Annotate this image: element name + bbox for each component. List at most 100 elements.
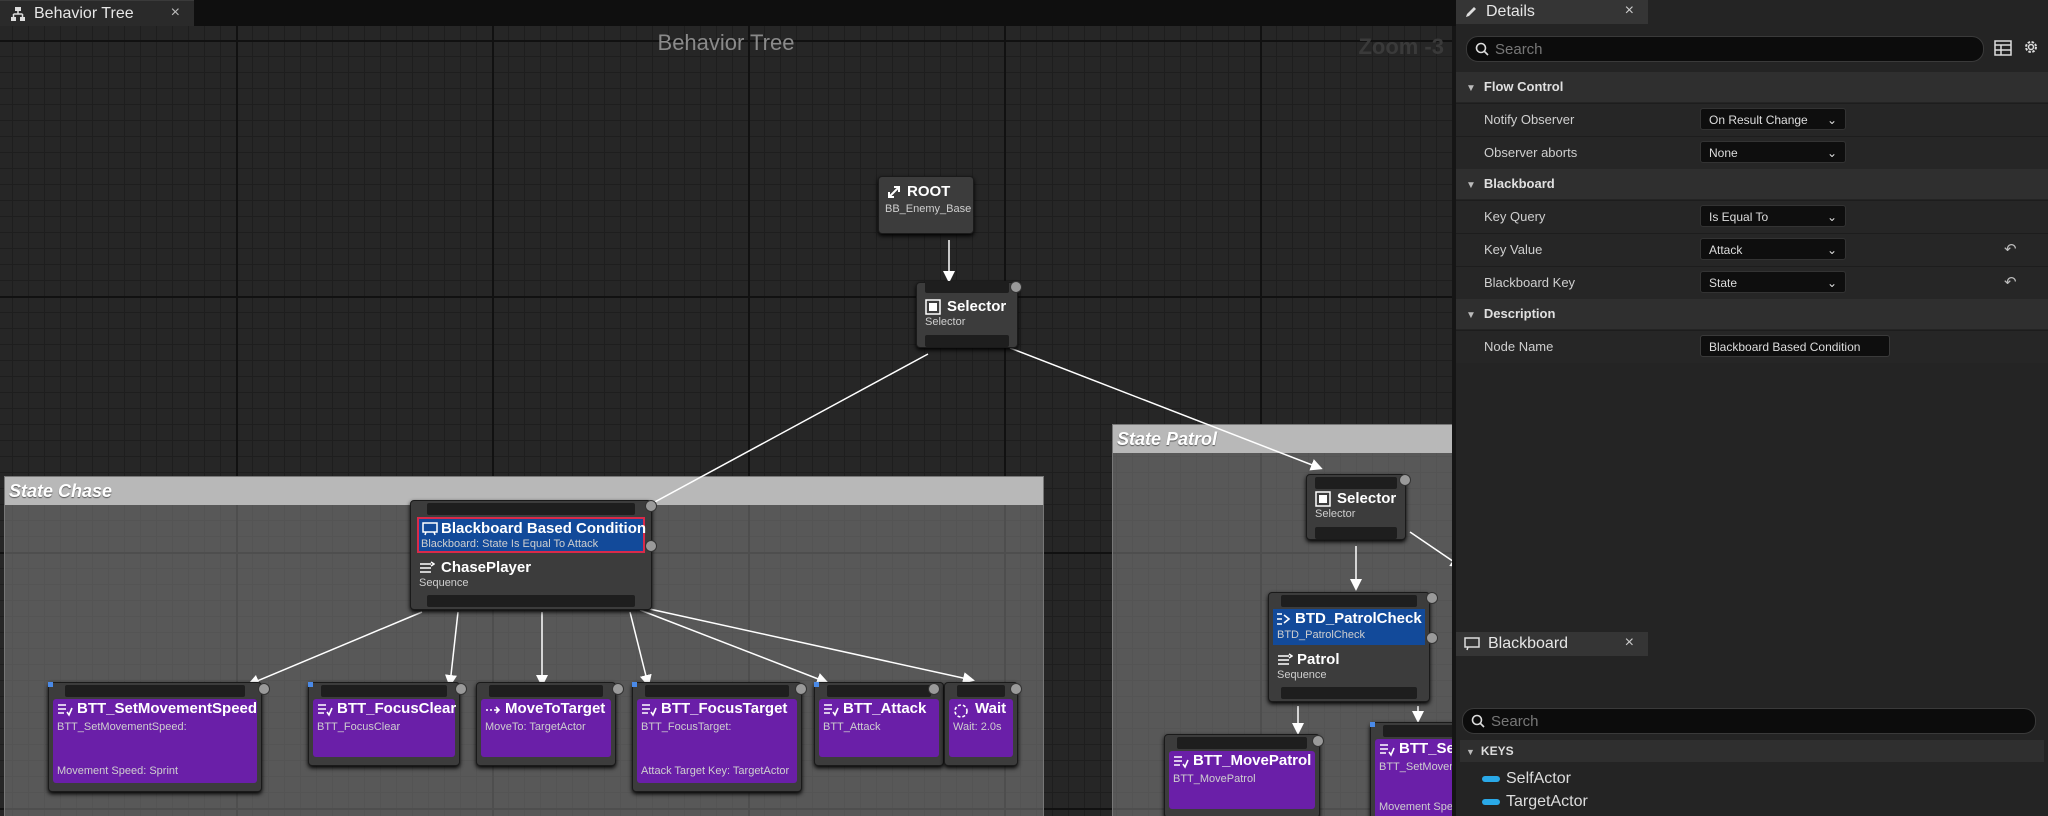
key-label: SelfActor xyxy=(1506,770,1571,787)
input-pin[interactable] xyxy=(645,685,789,697)
details-search-input[interactable]: Search xyxy=(1466,36,1984,62)
task-btt-se[interactable]: BTT_Se BTT_SetMoven Movement Spe xyxy=(1370,722,1452,816)
observer-aborts-dropdown[interactable]: None ⌄ xyxy=(1700,141,1846,163)
selector-node[interactable]: Selector Selector xyxy=(1306,474,1406,540)
blackboard-key-item[interactable]: TargetActor xyxy=(1482,793,1588,811)
row-node-name: Node Name Blackboard Based Condition xyxy=(1456,330,2048,363)
selector-node[interactable]: Selector Selector xyxy=(916,281,1018,348)
close-blackboard-icon[interactable]: × xyxy=(1625,634,1634,652)
root-node[interactable]: ROOT BB_Enemy_Base xyxy=(878,176,974,234)
task-icon xyxy=(824,704,839,717)
input-pin[interactable] xyxy=(1281,595,1417,607)
output-pin[interactable] xyxy=(1281,687,1417,699)
table-view-icon[interactable] xyxy=(1994,40,2012,56)
section-blackboard[interactable]: ▼ Blackboard xyxy=(1456,169,2048,199)
breakpoint-dot[interactable] xyxy=(1010,281,1022,293)
output-pin[interactable] xyxy=(427,595,635,607)
property-label: Blackboard Key xyxy=(1484,275,1576,290)
graph-canvas[interactable]: Behavior Tree Zoom -3 State Chase State … xyxy=(0,26,1452,816)
breakpoint-dot[interactable] xyxy=(258,683,270,695)
breakpoint-dot[interactable] xyxy=(1312,735,1324,747)
breakpoint-dot[interactable] xyxy=(455,683,467,695)
task-move-patrol[interactable]: BTT_MovePatrol BTT_MovePatrol xyxy=(1164,734,1320,816)
input-pin[interactable] xyxy=(925,281,1009,293)
property-label: Key Value xyxy=(1484,242,1543,257)
breakpoint-dot[interactable] xyxy=(1426,632,1438,644)
breakpoint-dot[interactable] xyxy=(1010,683,1022,695)
output-pin[interactable] xyxy=(1315,527,1397,539)
breakpoint-dot[interactable] xyxy=(645,540,657,552)
section-flow-control[interactable]: ▼ Flow Control xyxy=(1456,72,2048,102)
input-pin[interactable] xyxy=(957,685,1005,697)
patrol-node[interactable]: BTD_PatrolCheck BTD_PatrolCheck Patrol S… xyxy=(1268,592,1430,702)
chase-player-node[interactable]: Blackboard Based Condition Blackboard: S… xyxy=(410,500,652,610)
task-icon xyxy=(1380,744,1395,757)
collapse-icon: ▼ xyxy=(1466,747,1475,757)
gear-icon[interactable] xyxy=(2022,38,2040,56)
blackboard-icon xyxy=(422,522,438,536)
chevron-down-icon: ⌄ xyxy=(1826,113,1837,127)
decorator-patrol-check[interactable]: BTD_PatrolCheck BTD_PatrolCheck xyxy=(1273,609,1425,645)
behavior-tree-icon xyxy=(11,7,25,21)
search-placeholder: Search xyxy=(1495,40,1543,58)
index-marker xyxy=(632,682,637,687)
decorator-subtitle: BTD_PatrolCheck xyxy=(1277,629,1366,641)
decorator-blackboard-condition[interactable]: Blackboard Based Condition Blackboard: S… xyxy=(417,517,646,553)
section-description[interactable]: ▼ Description xyxy=(1456,299,2048,329)
breakpoint-dot[interactable] xyxy=(612,683,624,695)
input-pin[interactable] xyxy=(427,503,635,515)
input-pin[interactable] xyxy=(321,685,447,697)
node-detail: Attack Target Key: TargetActor xyxy=(641,765,790,777)
tab-blackboard[interactable]: Blackboard × xyxy=(1456,632,1648,656)
node-subtitle: Wait: 2.0s xyxy=(953,721,1002,733)
output-pin[interactable] xyxy=(925,335,1009,347)
node-subtitle: Selector xyxy=(925,316,966,328)
key-query-dropdown[interactable]: Is Equal To ⌄ xyxy=(1700,205,1846,227)
reset-to-default-icon[interactable]: ↶ xyxy=(2004,273,2017,291)
input-pin[interactable] xyxy=(1315,477,1397,489)
reset-to-default-icon[interactable]: ↶ xyxy=(2004,240,2017,258)
task-focus-target[interactable]: BTT_FocusTarget BTT_FocusTarget: Attack … xyxy=(632,682,802,792)
row-notify-observer: Notify Observer On Result Change ⌄ xyxy=(1456,103,2048,136)
input-pin[interactable] xyxy=(489,685,603,697)
key-label: TargetActor xyxy=(1506,793,1588,810)
breakpoint-dot[interactable] xyxy=(645,500,657,512)
breakpoint-dot[interactable] xyxy=(928,683,940,695)
collapse-icon: ▼ xyxy=(1466,180,1476,191)
keys-header[interactable]: ▼ KEYS xyxy=(1460,740,2044,762)
input-pin[interactable] xyxy=(1383,725,1452,737)
node-subtitle: BTT_SetMoven xyxy=(1379,761,1452,773)
close-tab-icon[interactable]: × xyxy=(171,4,180,22)
decorator-title: BTD_PatrolCheck xyxy=(1295,610,1422,627)
decorator-subtitle: Blackboard: State Is Equal To Attack xyxy=(421,538,599,550)
row-blackboard-key: Blackboard Key State ⌄ ↶ xyxy=(1456,266,2048,299)
task-move-to-target[interactable]: MoveToTarget MoveTo: TargetActor xyxy=(476,682,616,766)
task-icon xyxy=(642,704,657,717)
blackboard-key-dropdown[interactable]: State ⌄ xyxy=(1700,271,1846,293)
node-name-field[interactable]: Blackboard Based Condition xyxy=(1700,335,1890,357)
breakpoint-dot[interactable] xyxy=(1399,474,1411,486)
task-wait[interactable]: Wait Wait: 2.0s xyxy=(944,682,1018,766)
node-subtitle: Sequence xyxy=(1277,669,1327,681)
breakpoint-dot[interactable] xyxy=(795,683,807,695)
input-pin[interactable] xyxy=(1177,737,1307,749)
tab-label: Behavior Tree xyxy=(34,5,134,22)
breakpoint-dot[interactable] xyxy=(1426,592,1438,604)
task-set-movement-speed[interactable]: BTT_SetMovementSpeed BTT_SetMovementSpee… xyxy=(48,682,262,792)
section-title: Description xyxy=(1483,306,1556,321)
task-attack[interactable]: BTT_Attack BTT_Attack xyxy=(814,682,944,766)
collapse-icon: ▼ xyxy=(1466,310,1476,321)
blackboard-key-item[interactable]: SelfActor xyxy=(1482,770,1571,788)
chevron-down-icon: ⌄ xyxy=(1826,210,1837,224)
blackboard-search-input[interactable]: Search xyxy=(1462,708,2036,734)
input-pin[interactable] xyxy=(827,685,931,697)
input-pin[interactable] xyxy=(65,685,245,697)
task-focus-clear[interactable]: BTT_FocusClear BTT_FocusClear xyxy=(308,682,460,766)
index-marker xyxy=(1370,722,1375,727)
tab-behavior-tree[interactable]: Behavior Tree × xyxy=(0,0,194,27)
tab-details[interactable]: Details × xyxy=(1456,0,1648,24)
notify-observer-dropdown[interactable]: On Result Change ⌄ xyxy=(1700,108,1846,130)
key-value-dropdown[interactable]: Attack ⌄ xyxy=(1700,238,1846,260)
root-icon xyxy=(888,186,900,198)
close-details-icon[interactable]: × xyxy=(1625,2,1634,20)
